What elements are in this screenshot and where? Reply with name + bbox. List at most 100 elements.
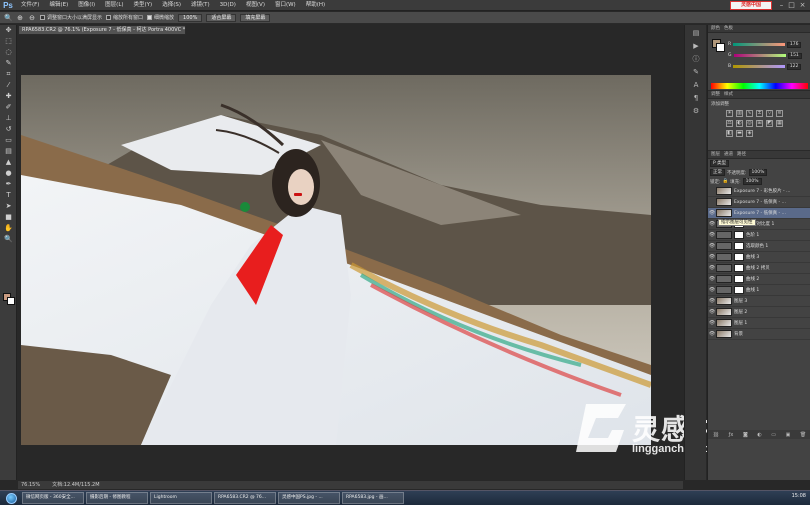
vibrance-icon[interactable]: ▽ <box>766 110 773 117</box>
visibility-eye-icon[interactable]: 👁 <box>708 210 716 216</box>
background-color-swatch[interactable] <box>7 297 15 305</box>
invert-icon[interactable]: ◩ <box>766 120 773 127</box>
close-icon[interactable]: × <box>798 1 807 9</box>
eraser-tool-icon[interactable]: ▭ <box>0 135 17 146</box>
zoom-tool-icon[interactable]: 🔍 <box>4 14 13 22</box>
character-panel-icon[interactable]: A <box>689 80 703 90</box>
layer-row[interactable]: 👁 图层 3 <box>708 296 810 307</box>
lock-icon[interactable]: 🔒 <box>723 179 729 184</box>
link-icon[interactable]: ⛓ <box>713 432 719 438</box>
red-value[interactable]: 176 <box>787 41 802 48</box>
layer-row[interactable]: 👁 曲线 2 <box>708 274 810 285</box>
color-balance-icon[interactable]: ⚖ <box>726 120 733 127</box>
shape-tool-icon[interactable]: ■ <box>0 212 17 223</box>
channel-mixer-icon[interactable]: ⊞ <box>756 120 763 127</box>
history-brush-icon[interactable]: ↺ <box>0 124 17 135</box>
fx-icon[interactable]: ƒx <box>729 432 734 438</box>
fill-input[interactable]: 100% <box>742 178 762 185</box>
task-item[interactable]: RPA6583.jpg - 画... <box>342 492 404 504</box>
red-track[interactable] <box>733 43 786 46</box>
tab-paths[interactable]: 路径 <box>737 151 746 158</box>
quick-select-tool-icon[interactable]: ✎ <box>0 58 17 69</box>
tab-channels[interactable]: 通道 <box>724 151 733 158</box>
pen-tool-icon[interactable]: ✒ <box>0 179 17 190</box>
threshold-icon[interactable]: ◧ <box>726 130 733 137</box>
exposure-icon[interactable]: ± <box>756 110 763 117</box>
layer-row[interactable]: Exposure 7 - 彩色胶片 - ... <box>708 186 810 197</box>
brush-panel-icon[interactable]: ✎ <box>689 67 703 77</box>
visibility-eye-icon[interactable]: 👁 <box>708 298 716 304</box>
zoom-tool-icon[interactable]: 🔍 <box>0 234 17 245</box>
layer-row[interactable]: 👁 曲线 2 拷贝 <box>708 263 810 274</box>
info-panel-icon[interactable]: ⓘ <box>689 54 703 64</box>
selective-color-icon[interactable]: ◈ <box>746 130 753 137</box>
fill-screen-button[interactable]: 填充屏幕 <box>240 13 271 22</box>
visibility-eye-icon[interactable]: 👁 <box>708 265 716 271</box>
clock[interactable]: 15:08 <box>792 493 806 499</box>
color-spectrum[interactable] <box>711 83 808 89</box>
menu-file[interactable]: 文件(F) <box>16 0 44 11</box>
green-slider[interactable]: G 151 <box>728 52 808 59</box>
stamp-tool-icon[interactable]: ⊥ <box>0 113 17 124</box>
menu-select[interactable]: 选择(S) <box>157 0 186 11</box>
gradient-map-icon[interactable]: ▬ <box>736 130 743 137</box>
lasso-tool-icon[interactable]: ◌ <box>0 47 17 58</box>
eyedropper-tool-icon[interactable]: ⁄ <box>0 80 17 91</box>
checkbox-box[interactable] <box>147 15 153 20</box>
visibility-eye-icon[interactable]: 👁 <box>708 221 716 227</box>
tab-swatches[interactable]: 色板 <box>724 25 733 32</box>
path-select-icon[interactable]: ➤ <box>0 201 17 212</box>
checkbox-box[interactable] <box>40 15 45 20</box>
color-bg-preview[interactable] <box>716 43 725 52</box>
layer-mask-thumbnail[interactable] <box>734 242 744 250</box>
layer-row[interactable]: 👁 图层 1 <box>708 318 810 329</box>
blue-value[interactable]: 122 <box>787 63 802 70</box>
levels-icon[interactable]: ▥ <box>736 110 743 117</box>
zoom-in-icon[interactable]: ⊕ <box>16 14 24 22</box>
document-canvas[interactable] <box>21 75 651 445</box>
visibility-eye-icon[interactable]: 👁 <box>708 309 716 315</box>
checkbox-box[interactable] <box>106 15 112 20</box>
blend-mode-select[interactable]: 正常 <box>710 169 725 176</box>
visibility-eye-icon[interactable]: 👁 <box>708 276 716 282</box>
zoom-out-icon[interactable]: ⊖ <box>28 14 36 22</box>
layer-row[interactable]: 👁 图层 2 <box>708 307 810 318</box>
menu-image[interactable]: 图像(I) <box>73 0 100 11</box>
visibility-eye-icon[interactable]: 👁 <box>708 232 716 238</box>
layer-mask-thumbnail[interactable] <box>734 286 744 294</box>
trash-icon[interactable]: 🗑 <box>800 432 806 438</box>
menu-help[interactable]: 帮助(H) <box>301 0 330 11</box>
layer-kind-select[interactable]: P 类型 <box>710 160 730 167</box>
blue-track[interactable] <box>733 65 786 68</box>
layer-row[interactable]: 👁 选取颜色 1 <box>708 241 810 252</box>
opacity-input[interactable]: 100% <box>748 169 768 176</box>
brightness-icon[interactable]: ☀ <box>726 110 733 117</box>
task-item[interactable]: 摄影后期 - 修图教程 <box>86 492 148 504</box>
green-value[interactable]: 151 <box>787 52 802 59</box>
layer-row[interactable]: 👁 曲线 3 <box>708 252 810 263</box>
menu-3d[interactable]: 3D(D) <box>215 0 241 11</box>
marquee-tool-icon[interactable]: ⬚ <box>0 36 17 47</box>
menu-layer[interactable]: 图层(L) <box>100 0 128 11</box>
layer-mask-thumbnail[interactable] <box>734 275 744 283</box>
tab-color[interactable]: 颜色 <box>711 25 720 32</box>
history-panel-icon[interactable]: ▤ <box>689 28 703 38</box>
posterize-icon[interactable]: ▦ <box>776 120 783 127</box>
layer-mask-thumbnail[interactable] <box>734 231 744 239</box>
layer-row[interactable]: 👁 色阶 1 <box>708 230 810 241</box>
menu-edit[interactable]: 编辑(E) <box>44 0 73 11</box>
task-item[interactable]: Lightroom <box>150 492 212 504</box>
hue-sat-icon[interactable]: ≋ <box>776 110 783 117</box>
task-item[interactable]: RPA6583.CR2 @ 76... <box>214 492 276 504</box>
task-item[interactable]: 微信网页版 - 360安全... <box>22 492 84 504</box>
mask-icon[interactable]: ◙ <box>743 432 748 438</box>
crop-tool-icon[interactable]: ⌗ <box>0 69 17 80</box>
fit-screen-button[interactable]: 适合屏幕 <box>206 13 237 22</box>
document-tab[interactable]: RPA6583.CR2 @ 76.1% (Exposure 7 - 低保真 - … <box>18 25 186 35</box>
curves-icon[interactable]: ∿ <box>746 110 753 117</box>
zoom-level[interactable]: 76.15% <box>21 481 40 489</box>
properties-panel-icon[interactable]: ⚙ <box>689 106 703 116</box>
blur-tool-icon[interactable]: ▲ <box>0 157 17 168</box>
visibility-eye-icon[interactable]: 👁 <box>708 254 716 260</box>
visibility-eye-icon[interactable]: 👁 <box>708 320 716 326</box>
